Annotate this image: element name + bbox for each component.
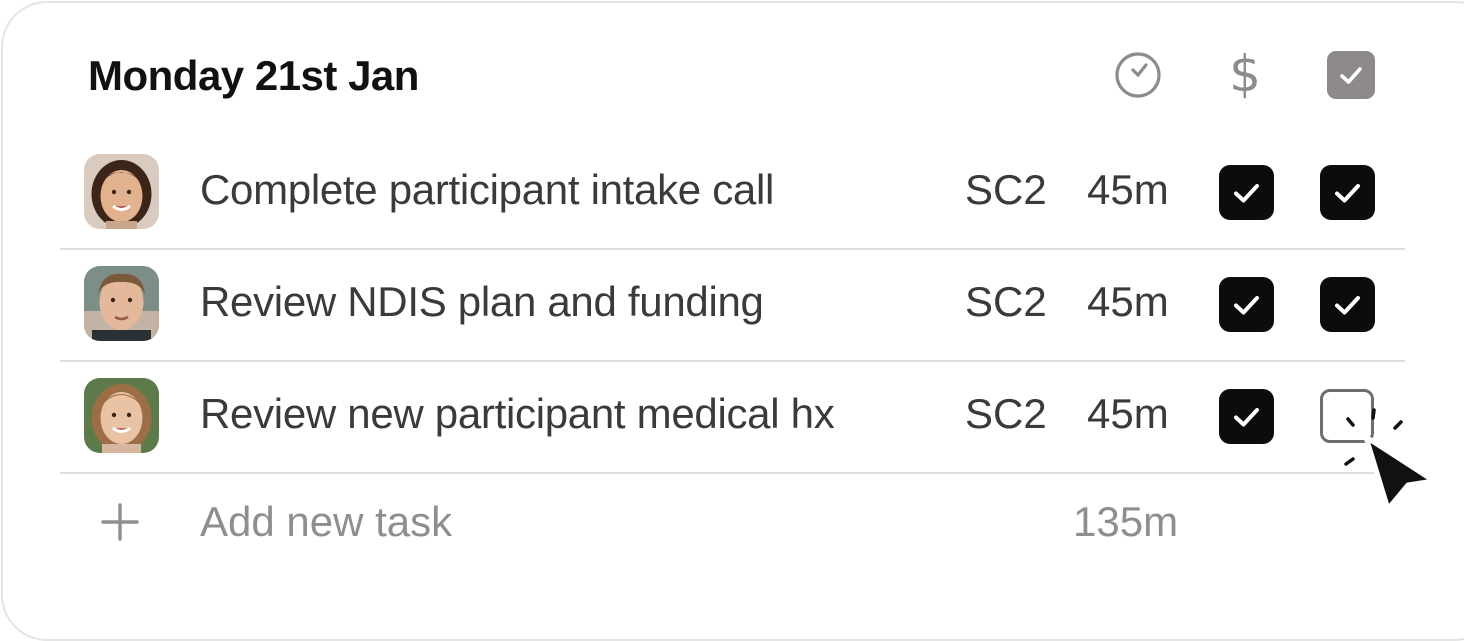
add-task-row[interactable]: Add new task 135m xyxy=(60,472,1405,572)
day-title: Monday 21st Jan xyxy=(88,52,419,99)
task-duration: 45m xyxy=(1087,166,1169,213)
service-code: SC2 xyxy=(965,166,1047,213)
task-label[interactable]: Review NDIS plan and funding xyxy=(200,278,764,326)
billed-checkbox[interactable] xyxy=(1219,389,1274,444)
avatar xyxy=(84,378,159,453)
task-duration: 45m xyxy=(1087,278,1169,325)
avatar xyxy=(84,266,159,341)
clock-icon xyxy=(1115,52,1161,98)
task-label[interactable]: Complete participant intake call xyxy=(200,166,774,214)
add-task-label[interactable]: Add new task xyxy=(200,498,452,546)
task-label[interactable]: Review new participant medical hx xyxy=(200,390,835,438)
done-checkbox[interactable] xyxy=(1320,389,1374,443)
checkbox-checked-icon xyxy=(1327,51,1375,99)
task-row[interactable]: Review NDIS plan and funding SC2 45m xyxy=(60,248,1405,362)
task-row[interactable]: Review new participant medical hx SC2 45… xyxy=(60,360,1405,474)
service-code: SC2 xyxy=(965,278,1047,325)
billed-checkbox[interactable] xyxy=(1219,277,1274,332)
billed-checkbox[interactable] xyxy=(1219,165,1274,220)
service-code: SC2 xyxy=(965,390,1047,437)
total-duration: 135m xyxy=(1073,498,1179,545)
dollar-icon: $ xyxy=(1229,45,1261,103)
done-checkbox[interactable] xyxy=(1320,277,1375,332)
done-checkbox[interactable] xyxy=(1320,165,1375,220)
plus-icon[interactable] xyxy=(100,502,140,542)
avatar xyxy=(84,154,159,229)
task-duration: 45m xyxy=(1087,390,1169,437)
task-row[interactable]: Complete participant intake call SC2 45m xyxy=(60,136,1405,250)
